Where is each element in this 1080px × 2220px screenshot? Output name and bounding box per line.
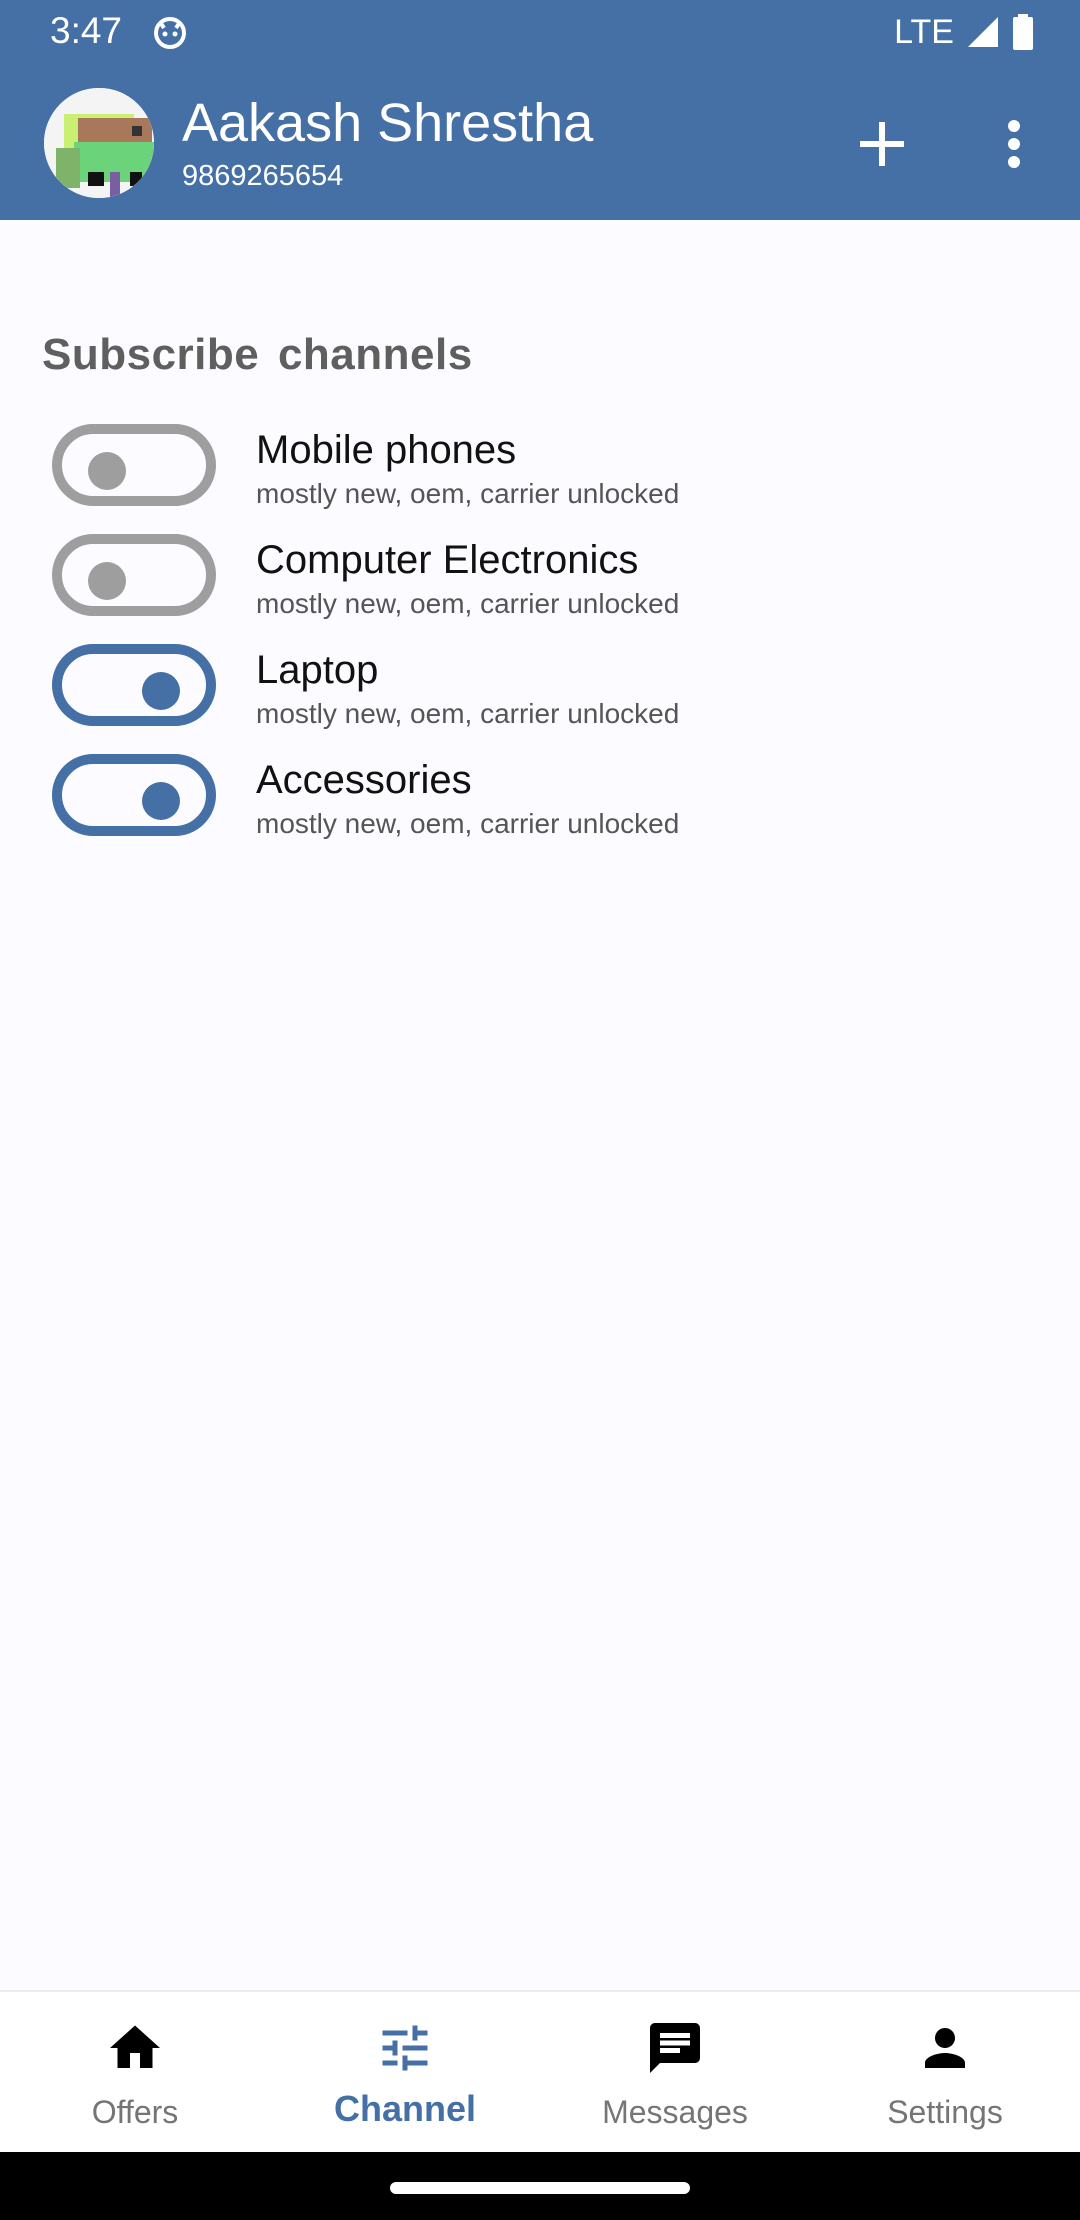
channel-subtitle: mostly new, oem, carrier unlocked bbox=[256, 698, 680, 729]
bottom-navigation: Offers Channel Messages Settings bbox=[0, 1990, 1080, 2154]
message-icon bbox=[650, 2023, 700, 2073]
nav-item-channel[interactable]: Channel bbox=[270, 1992, 540, 2154]
avatar-image bbox=[44, 88, 154, 198]
nav-label: Channel bbox=[333, 2088, 476, 2129]
home-gesture-handle[interactable] bbox=[390, 2182, 690, 2194]
channel-row-computer-electronics: Computer Electronics mostly new, oem, ca… bbox=[0, 520, 1080, 630]
gesture-navigation-bar bbox=[0, 2152, 1080, 2220]
channel-subtitle: mostly new, oem, carrier unlocked bbox=[256, 478, 680, 509]
nav-label: Settings bbox=[887, 2094, 1003, 2130]
toggle-knob bbox=[142, 672, 180, 710]
nav-item-offers[interactable]: Offers bbox=[0, 1992, 270, 2154]
tune-icon bbox=[382, 2025, 428, 2071]
channel-toggle[interactable] bbox=[52, 644, 216, 726]
channel-toggle[interactable] bbox=[52, 754, 216, 836]
toggle-knob bbox=[88, 452, 126, 490]
channel-title: Laptop bbox=[256, 648, 379, 692]
avatar[interactable] bbox=[44, 88, 154, 198]
channel-toggle[interactable] bbox=[52, 534, 216, 616]
status-time: 3:47 bbox=[50, 10, 123, 51]
nav-item-settings[interactable]: Settings bbox=[810, 1992, 1080, 2154]
status-bar: 3:47 LTE bbox=[0, 0, 1080, 64]
channel-title: Mobile phones bbox=[256, 428, 517, 472]
channel-row-accessories: Accessories mostly new, oem, carrier unl… bbox=[0, 740, 1080, 850]
section-title: Subscribe channels bbox=[42, 330, 473, 379]
status-indicators: LTE bbox=[894, 12, 1034, 52]
network-type: LTE bbox=[894, 12, 954, 51]
channel-title: Accessories bbox=[256, 758, 472, 802]
user-name: Aakash Shrestha bbox=[182, 93, 594, 153]
channel-toggle[interactable] bbox=[52, 424, 216, 506]
app-bar: Aakash Shrestha 9869265654 bbox=[0, 64, 1080, 220]
battery-icon bbox=[1013, 14, 1033, 50]
nav-label: Messages bbox=[602, 2094, 748, 2130]
channel-row-mobile-phones: Mobile phones mostly new, oem, carrier u… bbox=[0, 410, 1080, 520]
user-phone: 9869265654 bbox=[182, 160, 344, 192]
channel-subtitle: mostly new, oem, carrier unlocked bbox=[256, 588, 680, 619]
header: 3:47 LTE Aakash Shrestha 9869265654 bbox=[0, 0, 1080, 220]
channel-subtitle: mostly new, oem, carrier unlocked bbox=[256, 808, 680, 839]
add-icon[interactable] bbox=[852, 114, 912, 174]
toggle-knob bbox=[142, 782, 180, 820]
more-vert-icon[interactable] bbox=[990, 114, 1038, 174]
nav-label: Offers bbox=[91, 2094, 179, 2130]
home-icon bbox=[110, 2025, 160, 2068]
main-content: Subscribe channels Mobile phones mostly … bbox=[0, 220, 1080, 1990]
toggle-knob bbox=[88, 562, 126, 600]
notification-cat-icon bbox=[154, 17, 186, 49]
channel-row-laptop: Laptop mostly new, oem, carrier unlocked bbox=[0, 630, 1080, 740]
nav-item-messages[interactable]: Messages bbox=[540, 1992, 810, 2154]
signal-icon bbox=[968, 17, 998, 47]
person-icon bbox=[925, 2028, 965, 2068]
channel-title: Computer Electronics bbox=[256, 538, 639, 582]
